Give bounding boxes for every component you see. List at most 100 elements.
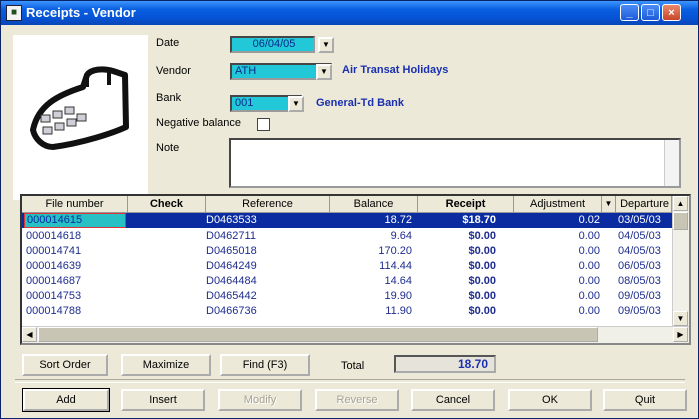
cell-reference: D0464484 <box>206 275 257 287</box>
vertical-scroll-thumb[interactable] <box>673 212 688 230</box>
quit-button[interactable]: Quit <box>603 389 687 411</box>
cell-file-number: 000014753 <box>26 290 82 302</box>
cell-receipt[interactable]: $0.00 <box>418 304 496 319</box>
col-header-check[interactable]: Check <box>128 196 206 213</box>
cell-balance: 19.90 <box>384 290 412 302</box>
cell-receipt[interactable]: $18.70 <box>418 213 496 228</box>
maximize-grid-button[interactable]: Maximize <box>121 354 211 376</box>
receipts-vendor-window: ■ Receipts - Vendor _ □ × Date 06/04/05 … <box>0 0 699 419</box>
cancel-label: Cancel <box>435 394 471 406</box>
cancel-button[interactable]: Cancel <box>411 389 495 411</box>
cell-adjustment: 0.00 <box>578 260 600 272</box>
receipts-grid: File number Check Reference Balance Rece… <box>20 194 691 345</box>
table-row[interactable]: 000014741 D0465018 170.20 $0.00 0.00 04/… <box>22 244 672 259</box>
reverse-button[interactable]: Reverse <box>315 389 399 411</box>
cell-file-number: 000014618 <box>26 230 82 242</box>
cell-departure: 08/05/03 <box>618 275 661 287</box>
ok-button[interactable]: OK <box>508 389 592 411</box>
cell-receipt[interactable]: $0.00 <box>418 229 496 244</box>
cell-balance: 11.90 <box>385 305 412 317</box>
bank-dropdown-button[interactable]: ▼ <box>288 96 304 112</box>
maximize-button[interactable]: □ <box>641 4 660 21</box>
col-header-sort-arrow[interactable]: ▼ <box>602 196 616 213</box>
cell-reference: D0463533 <box>206 214 257 226</box>
col-header-balance[interactable]: Balance <box>330 196 418 213</box>
cell-file-number: 000014687 <box>26 275 82 287</box>
negative-balance-checkbox[interactable] <box>257 118 270 131</box>
modify-button[interactable]: Modify <box>218 389 302 411</box>
cell-departure: 03/05/03 <box>618 214 661 226</box>
cell-departure: 09/05/03 <box>618 290 661 302</box>
table-row[interactable]: 000014618 D0462711 9.64 $0.00 0.00 04/05… <box>22 229 672 244</box>
scroll-right-arrow-icon[interactable]: ▶ <box>673 327 688 342</box>
scroll-down-arrow-icon[interactable]: ▼ <box>673 311 688 326</box>
add-label: Add <box>56 394 76 406</box>
cell-departure: 04/05/03 <box>618 230 661 242</box>
total-label: Total <box>341 360 365 372</box>
find-button[interactable]: Find (F3) <box>220 354 310 376</box>
scroll-up-arrow-icon[interactable]: ▲ <box>673 196 688 211</box>
quit-label: Quit <box>634 394 656 406</box>
table-row[interactable]: 000014687 D0464484 14.64 $0.00 0.00 08/0… <box>22 274 672 289</box>
cell-balance: 170.20 <box>378 245 412 257</box>
window-title: Receipts - Vendor <box>26 5 136 20</box>
col-header-file-number[interactable]: File number <box>22 196 128 213</box>
cell-reference: D0464249 <box>206 260 257 272</box>
cell-adjustment: 0.00 <box>578 275 600 287</box>
cell-departure: 06/05/03 <box>618 260 661 272</box>
total-value: 18.70 <box>394 355 496 373</box>
vendor-dropdown-button[interactable]: ▼ <box>316 64 332 80</box>
title-bar[interactable]: ■ Receipts - Vendor _ □ × <box>1 1 698 25</box>
add-button[interactable]: Add <box>22 388 110 412</box>
note-textarea[interactable] <box>229 138 681 188</box>
ok-label: OK <box>542 394 558 406</box>
cell-file-number: 000014639 <box>26 260 82 272</box>
cell-adjustment: 0.00 <box>578 245 600 257</box>
close-button[interactable]: × <box>662 4 681 21</box>
modify-label: Modify <box>243 394 277 406</box>
date-field[interactable]: 06/04/05 <box>230 36 315 53</box>
col-header-adjustment[interactable]: Adjustment <box>514 196 602 213</box>
cell-departure: 04/05/03 <box>618 245 661 257</box>
table-row[interactable]: 000014753 D0465442 19.90 $0.00 0.00 09/0… <box>22 289 672 304</box>
sort-order-button[interactable]: Sort Order <box>22 354 108 376</box>
form-area: Date 06/04/05 ▼ Vendor ATH ▼ Air Transat… <box>1 25 698 200</box>
file-number-edit[interactable]: 000014615 <box>24 213 126 228</box>
note-scrollbar[interactable] <box>664 140 679 186</box>
insert-label: Insert <box>149 394 177 406</box>
cell-adjustment: 0.02 <box>578 214 600 226</box>
cell-adjustment: 0.00 <box>578 230 600 242</box>
cell-balance: 9.64 <box>390 230 412 242</box>
negative-balance-label: Negative balance <box>156 117 242 129</box>
col-header-departure[interactable]: Departure <box>616 196 672 213</box>
insert-button[interactable]: Insert <box>121 389 205 411</box>
cell-receipt[interactable]: $0.00 <box>418 289 496 304</box>
cell-balance: 14.64 <box>384 275 412 287</box>
cell-receipt[interactable]: $0.00 <box>418 244 496 259</box>
table-row[interactable]: 000014788 D0466736 11.90 $0.00 0.00 09/0… <box>22 304 672 319</box>
date-label: Date <box>156 37 180 49</box>
table-row[interactable]: 000014639 D0464249 114.44 $0.00 0.00 06/… <box>22 259 672 274</box>
grid-vertical-scrollbar[interactable]: ▲ ▼ <box>672 196 689 327</box>
vendor-name: Air Transat Holidays <box>342 64 449 76</box>
date-dropdown-button[interactable]: ▼ <box>318 37 334 53</box>
reverse-label: Reverse <box>336 394 378 406</box>
cash-register-icon <box>30 66 129 150</box>
find-label: Find (F3) <box>242 359 288 371</box>
col-header-receipt[interactable]: Receipt <box>418 196 514 213</box>
minimize-button[interactable]: _ <box>620 4 639 21</box>
cell-reference: D0462711 <box>206 230 256 242</box>
scroll-left-arrow-icon[interactable]: ◀ <box>22 327 37 342</box>
cell-receipt[interactable]: $0.00 <box>418 274 496 289</box>
bank-name: General-Td Bank <box>316 97 405 109</box>
grid-horizontal-scrollbar[interactable]: ◀ ▶ <box>22 326 689 343</box>
cell-balance: 18.72 <box>384 214 412 226</box>
cell-reference: D0466736 <box>206 305 257 317</box>
bank-label: Bank <box>156 92 182 104</box>
cell-receipt[interactable]: $0.00 <box>418 259 496 274</box>
cell-reference: D0465018 <box>206 245 257 257</box>
horizontal-scroll-thumb[interactable] <box>38 327 598 342</box>
col-header-reference[interactable]: Reference <box>206 196 330 213</box>
table-row[interactable]: 000014615 D0463533 18.72 $18.70 0.02 03/… <box>22 213 672 228</box>
sort-order-label: Sort Order <box>39 359 91 371</box>
